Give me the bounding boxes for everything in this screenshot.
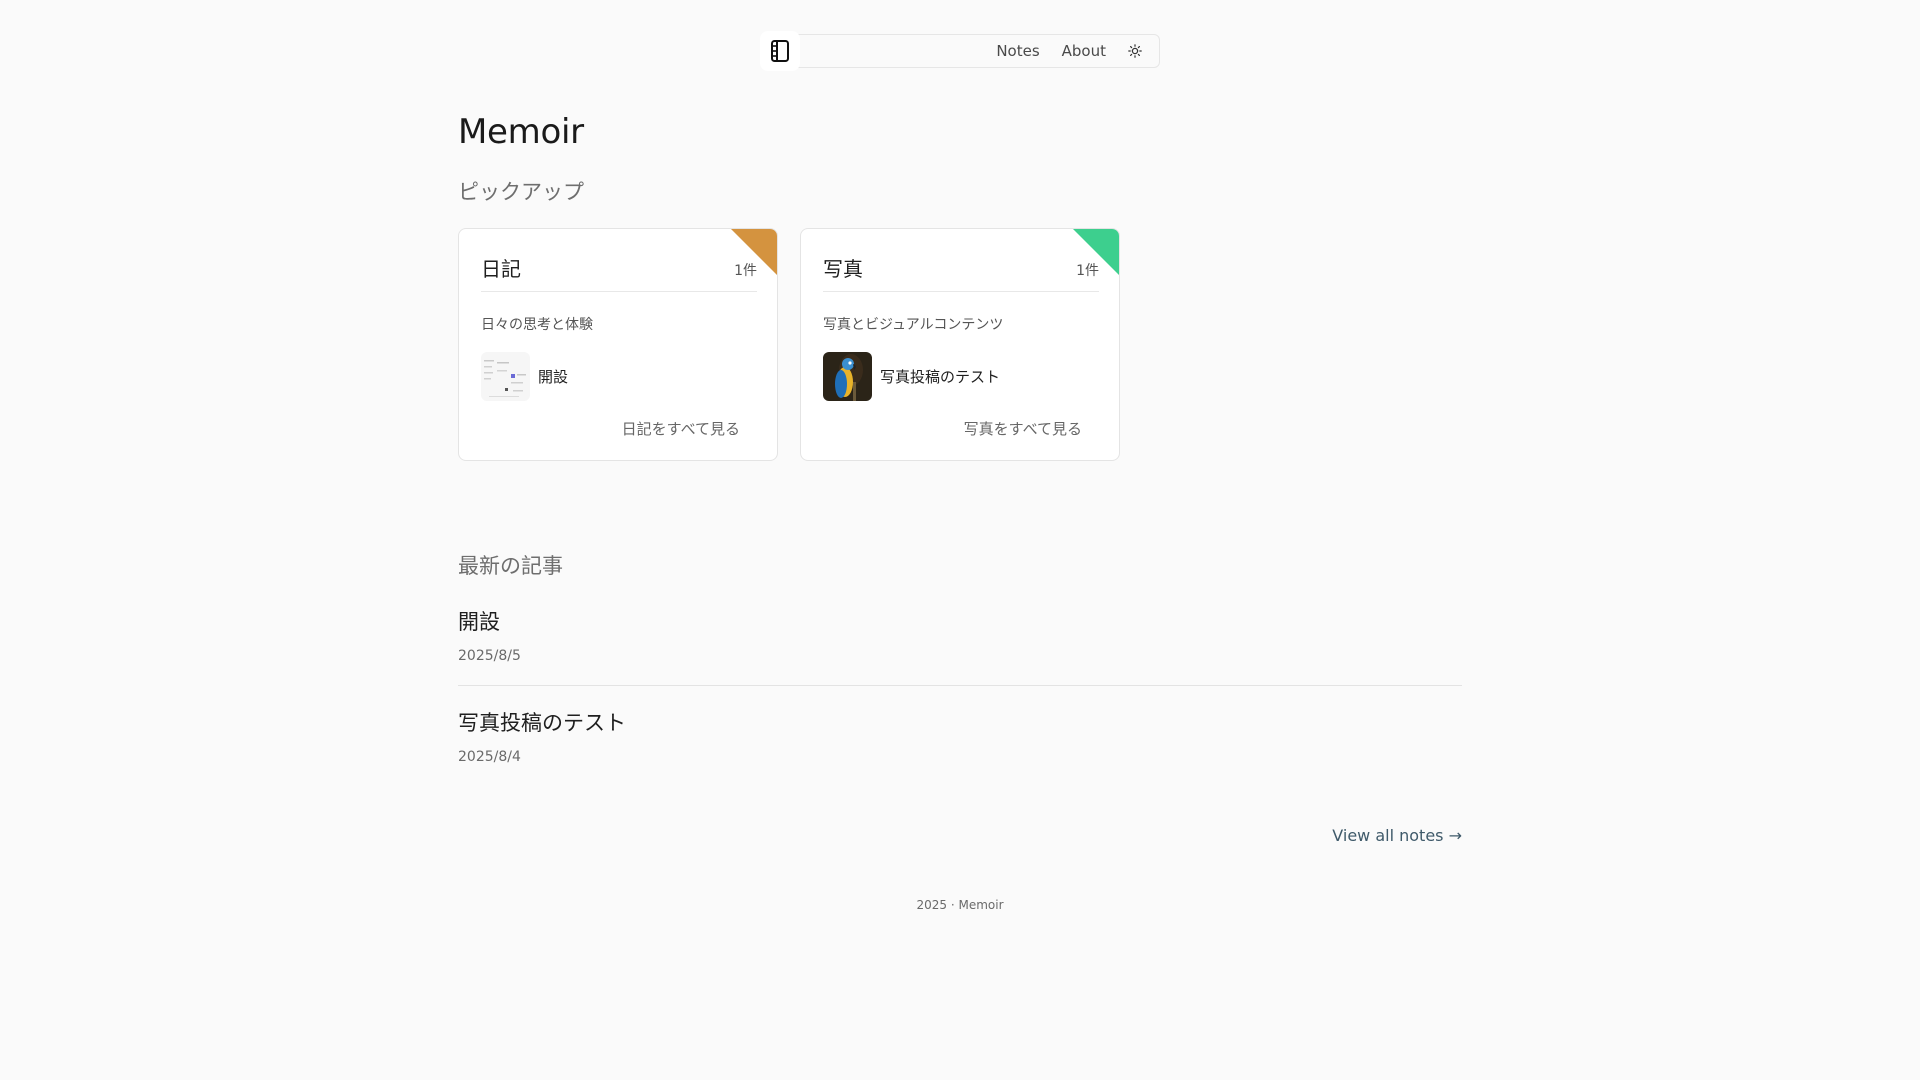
card-post-count: 1件 <box>1076 263 1099 279</box>
nav-link-about[interactable]: About <box>1051 42 1117 60</box>
footer-text: 2025 · Memoir <box>916 898 1004 912</box>
nav-links: Notes About <box>985 36 1159 66</box>
card-header: 日記 1件 <box>481 229 757 292</box>
top-nav: Notes About <box>760 31 1160 71</box>
card-post-title: 開設 <box>538 368 569 386</box>
post-thumbnail <box>481 352 530 401</box>
post-title-link[interactable]: 開設 <box>458 606 1462 636</box>
card-post-count: 1件 <box>734 263 757 279</box>
category-card-diary: 日記 1件 日々の思考と体験 開設 日記をすべて見る <box>458 228 778 461</box>
card-post-link[interactable]: 開設 <box>481 352 777 401</box>
card-post-title: 写真投稿のテスト <box>880 368 1001 386</box>
pickup-cards: 日記 1件 日々の思考と体験 開設 日記をすべて見る 写真 1件 写真とビジュア… <box>458 228 1120 461</box>
sun-icon <box>1128 44 1142 58</box>
post-date: 2025/8/5 <box>458 648 521 664</box>
post-thumbnail <box>823 352 872 401</box>
card-post-link[interactable]: 写真投稿のテスト <box>823 352 1119 401</box>
site-title: Memoir <box>458 112 584 152</box>
card-header: 写真 1件 <box>823 229 1099 292</box>
view-category-link[interactable]: 日記をすべて見る <box>622 418 740 439</box>
theme-toggle-button[interactable] <box>1117 36 1153 66</box>
home-logo-link[interactable] <box>760 31 800 71</box>
card-category-name[interactable]: 写真 <box>823 253 863 282</box>
pickup-heading: ピックアップ <box>458 180 584 204</box>
post-list-item: 開設 2025/8/5 <box>458 606 1462 664</box>
latest-heading: 最新の記事 <box>458 554 563 578</box>
post-divider <box>458 685 1462 686</box>
card-description: 日々の思考と体験 <box>481 317 593 333</box>
post-date: 2025/8/4 <box>458 749 521 765</box>
category-card-photo: 写真 1件 写真とビジュアルコンテンツ 写真投稿のテスト 写真をすべて見る <box>800 228 1120 461</box>
nav-link-notes[interactable]: Notes <box>985 42 1050 60</box>
post-list-item: 写真投稿のテスト 2025/8/4 <box>458 707 1462 765</box>
card-category-name[interactable]: 日記 <box>481 253 521 282</box>
post-title-link[interactable]: 写真投稿のテスト <box>458 707 1462 737</box>
view-all-notes-link[interactable]: View all notes → <box>1332 826 1462 845</box>
view-category-link[interactable]: 写真をすべて見る <box>964 418 1082 439</box>
notebook-icon <box>771 40 789 62</box>
card-description: 写真とビジュアルコンテンツ <box>823 317 1004 333</box>
